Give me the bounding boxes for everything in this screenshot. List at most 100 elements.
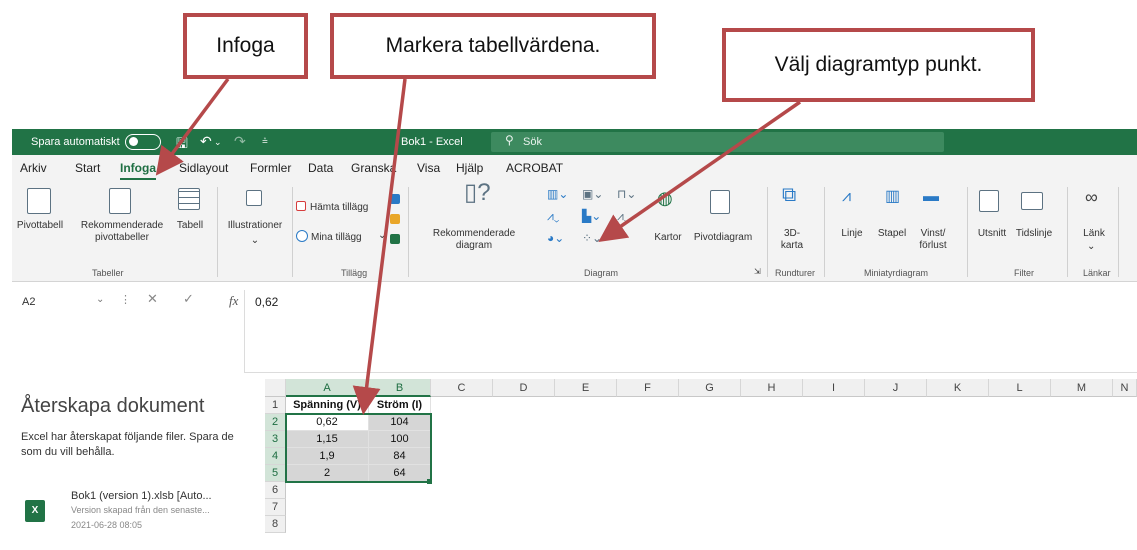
column-header[interactable]: B bbox=[369, 379, 431, 397]
my-addins-dropdown-icon[interactable]: ⌄ bbox=[378, 230, 386, 242]
cell-b2[interactable]: 104 bbox=[369, 414, 431, 431]
recommended-charts-label-1: Rekommenderade bbox=[432, 228, 516, 239]
worksheet-grid[interactable]: A B C D E F G H I J K L M N 1 2 3 4 5 6 … bbox=[265, 379, 1137, 550]
illustrations-button[interactable]: Illustrationer bbox=[220, 220, 290, 232]
ribbon-separator bbox=[1067, 187, 1068, 277]
enter-icon[interactable]: ✓ bbox=[183, 291, 194, 307]
get-addins-button[interactable]: Hämta tillägg bbox=[310, 202, 368, 214]
slicer-icon bbox=[979, 190, 999, 212]
slicer-button[interactable]: Utsnitt bbox=[972, 228, 1012, 240]
name-box-dropdown-icon[interactable]: ⌄ bbox=[96, 294, 104, 305]
column-header[interactable]: F bbox=[617, 379, 679, 397]
cell-b5[interactable]: 64 bbox=[369, 465, 431, 482]
row-header[interactable]: 8 bbox=[265, 516, 286, 533]
insert-function-icon[interactable]: fx bbox=[229, 293, 238, 309]
link-dropdown-icon[interactable]: ⌄ bbox=[1087, 241, 1095, 253]
column-header[interactable]: N bbox=[1113, 379, 1137, 397]
column-chart-icon[interactable]: ▥⌄ bbox=[547, 188, 568, 200]
row-header[interactable]: 7 bbox=[265, 499, 286, 516]
tab-data[interactable]: Data bbox=[308, 161, 333, 175]
select-all-corner[interactable] bbox=[265, 379, 286, 397]
column-header[interactable]: A bbox=[286, 379, 369, 397]
undo-dropdown-icon[interactable]: ⌄ bbox=[214, 137, 222, 148]
formula-value[interactable]: 0,62 bbox=[255, 295, 278, 309]
table-icon bbox=[178, 188, 200, 210]
autosave-label: Spara automatiskt bbox=[31, 136, 120, 148]
sparkline-line-button[interactable]: Linje bbox=[834, 228, 870, 240]
scatter-chart-icon[interactable]: ⁘⌄ bbox=[582, 232, 602, 244]
row-header[interactable]: 6 bbox=[265, 482, 286, 499]
3d-map-icon: ⧉ bbox=[782, 184, 797, 206]
timeline-button[interactable]: Tidslinje bbox=[1010, 228, 1058, 240]
statistic-chart-icon[interactable]: ▙⌄ bbox=[582, 210, 601, 222]
cell-b1[interactable]: Ström (I) bbox=[369, 397, 431, 414]
combo-chart-icon[interactable]: ⩘⌄ bbox=[617, 210, 629, 222]
cell-a2[interactable]: 0,62 bbox=[286, 414, 369, 431]
cell-b4[interactable]: 84 bbox=[369, 448, 431, 465]
column-header[interactable]: E bbox=[555, 379, 617, 397]
column-header[interactable]: L bbox=[989, 379, 1051, 397]
cell-a3[interactable]: 1,15 bbox=[286, 431, 369, 448]
sparkline-column-button[interactable]: Stapel bbox=[872, 228, 912, 240]
link-button[interactable]: Länk bbox=[1077, 228, 1111, 240]
3d-map-label-1: 3D- bbox=[783, 228, 801, 239]
tab-infoga[interactable]: Infoga bbox=[120, 161, 156, 180]
cancel-icon[interactable]: ✕ bbox=[147, 291, 158, 307]
row-header[interactable]: 2 bbox=[265, 414, 286, 431]
recommended-charts-label-2: diagram bbox=[455, 240, 493, 251]
column-header[interactable]: I bbox=[803, 379, 865, 397]
cell-b3[interactable]: 100 bbox=[369, 431, 431, 448]
row-header[interactable]: 3 bbox=[265, 431, 286, 448]
addin-icon[interactable] bbox=[390, 194, 400, 204]
column-header[interactable]: G bbox=[679, 379, 741, 397]
tab-start[interactable]: Start bbox=[75, 161, 100, 175]
addin-icon[interactable] bbox=[390, 234, 400, 244]
waterfall-chart-icon[interactable]: ⊓⌄ bbox=[617, 188, 636, 200]
my-addins-button[interactable]: Mina tillägg bbox=[311, 232, 362, 244]
pivot-chart-button[interactable]: Pivotdiagram bbox=[688, 232, 758, 244]
column-header[interactable]: M bbox=[1051, 379, 1113, 397]
row-header[interactable]: 1 bbox=[265, 397, 286, 414]
name-box[interactable]: A2 ⌄ bbox=[12, 291, 112, 313]
table-button[interactable]: Tabell bbox=[172, 220, 208, 232]
addin-icon[interactable] bbox=[390, 214, 400, 224]
tab-arkiv[interactable]: Arkiv bbox=[20, 161, 47, 175]
dialog-launcher-icon[interactable]: ⇲ bbox=[754, 266, 761, 278]
line-chart-icon[interactable]: ⩘⌄ bbox=[547, 210, 559, 222]
column-header[interactable]: J bbox=[865, 379, 927, 397]
cell-a5[interactable]: 2 bbox=[286, 465, 369, 482]
tab-sidlayout[interactable]: Sidlayout bbox=[179, 161, 228, 175]
sparkline-winloss-button[interactable]: Vinst/ förlust bbox=[910, 228, 956, 252]
pie-chart-icon[interactable]: ◕⌄ bbox=[547, 232, 564, 244]
pivot-table-icon bbox=[27, 188, 51, 214]
fill-handle[interactable] bbox=[427, 479, 432, 484]
row-header[interactable]: 4 bbox=[265, 448, 286, 465]
column-header[interactable]: C bbox=[431, 379, 493, 397]
tab-visa[interactable]: Visa bbox=[417, 161, 440, 175]
search-box[interactable]: ⚲ Sök bbox=[491, 132, 944, 152]
hierarchy-chart-icon[interactable]: ▣⌄ bbox=[582, 188, 603, 200]
tab-hjalp[interactable]: Hjälp bbox=[456, 161, 483, 175]
row-header[interactable]: 5 bbox=[265, 465, 286, 482]
recommended-pivot-button[interactable]: Rekommenderade pivottabeller bbox=[72, 220, 172, 244]
save-icon[interactable]: 🖫 bbox=[176, 133, 188, 157]
undo-icon[interactable]: ↶ bbox=[200, 133, 212, 150]
cell-a4[interactable]: 1,9 bbox=[286, 448, 369, 465]
tab-formler[interactable]: Formler bbox=[250, 161, 291, 175]
cell-a1[interactable]: Spänning (V) bbox=[286, 397, 369, 414]
recommended-charts-button[interactable]: Rekommenderade diagram bbox=[424, 228, 524, 252]
3d-map-button[interactable]: 3D- karta bbox=[772, 228, 812, 252]
column-header[interactable]: K bbox=[927, 379, 989, 397]
timeline-icon bbox=[1021, 192, 1043, 210]
column-header[interactable]: H bbox=[741, 379, 803, 397]
autosave-toggle[interactable] bbox=[125, 134, 161, 150]
column-header[interactable]: D bbox=[493, 379, 555, 397]
tab-acrobat[interactable]: ACROBAT bbox=[506, 161, 563, 175]
customize-toolbar-icon[interactable]: ⩮ bbox=[262, 136, 268, 147]
recovered-file-name[interactable]: Bok1 (version 1).xlsb [Auto... bbox=[71, 490, 212, 502]
illustrations-dropdown-icon[interactable]: ⌄ bbox=[247, 235, 263, 247]
recommended-charts-icon: ▯? bbox=[464, 179, 491, 206]
tab-granska[interactable]: Granska bbox=[351, 161, 396, 175]
maps-button[interactable]: Kartor bbox=[650, 232, 686, 244]
pivot-table-button[interactable]: Pivottabell bbox=[12, 220, 68, 232]
